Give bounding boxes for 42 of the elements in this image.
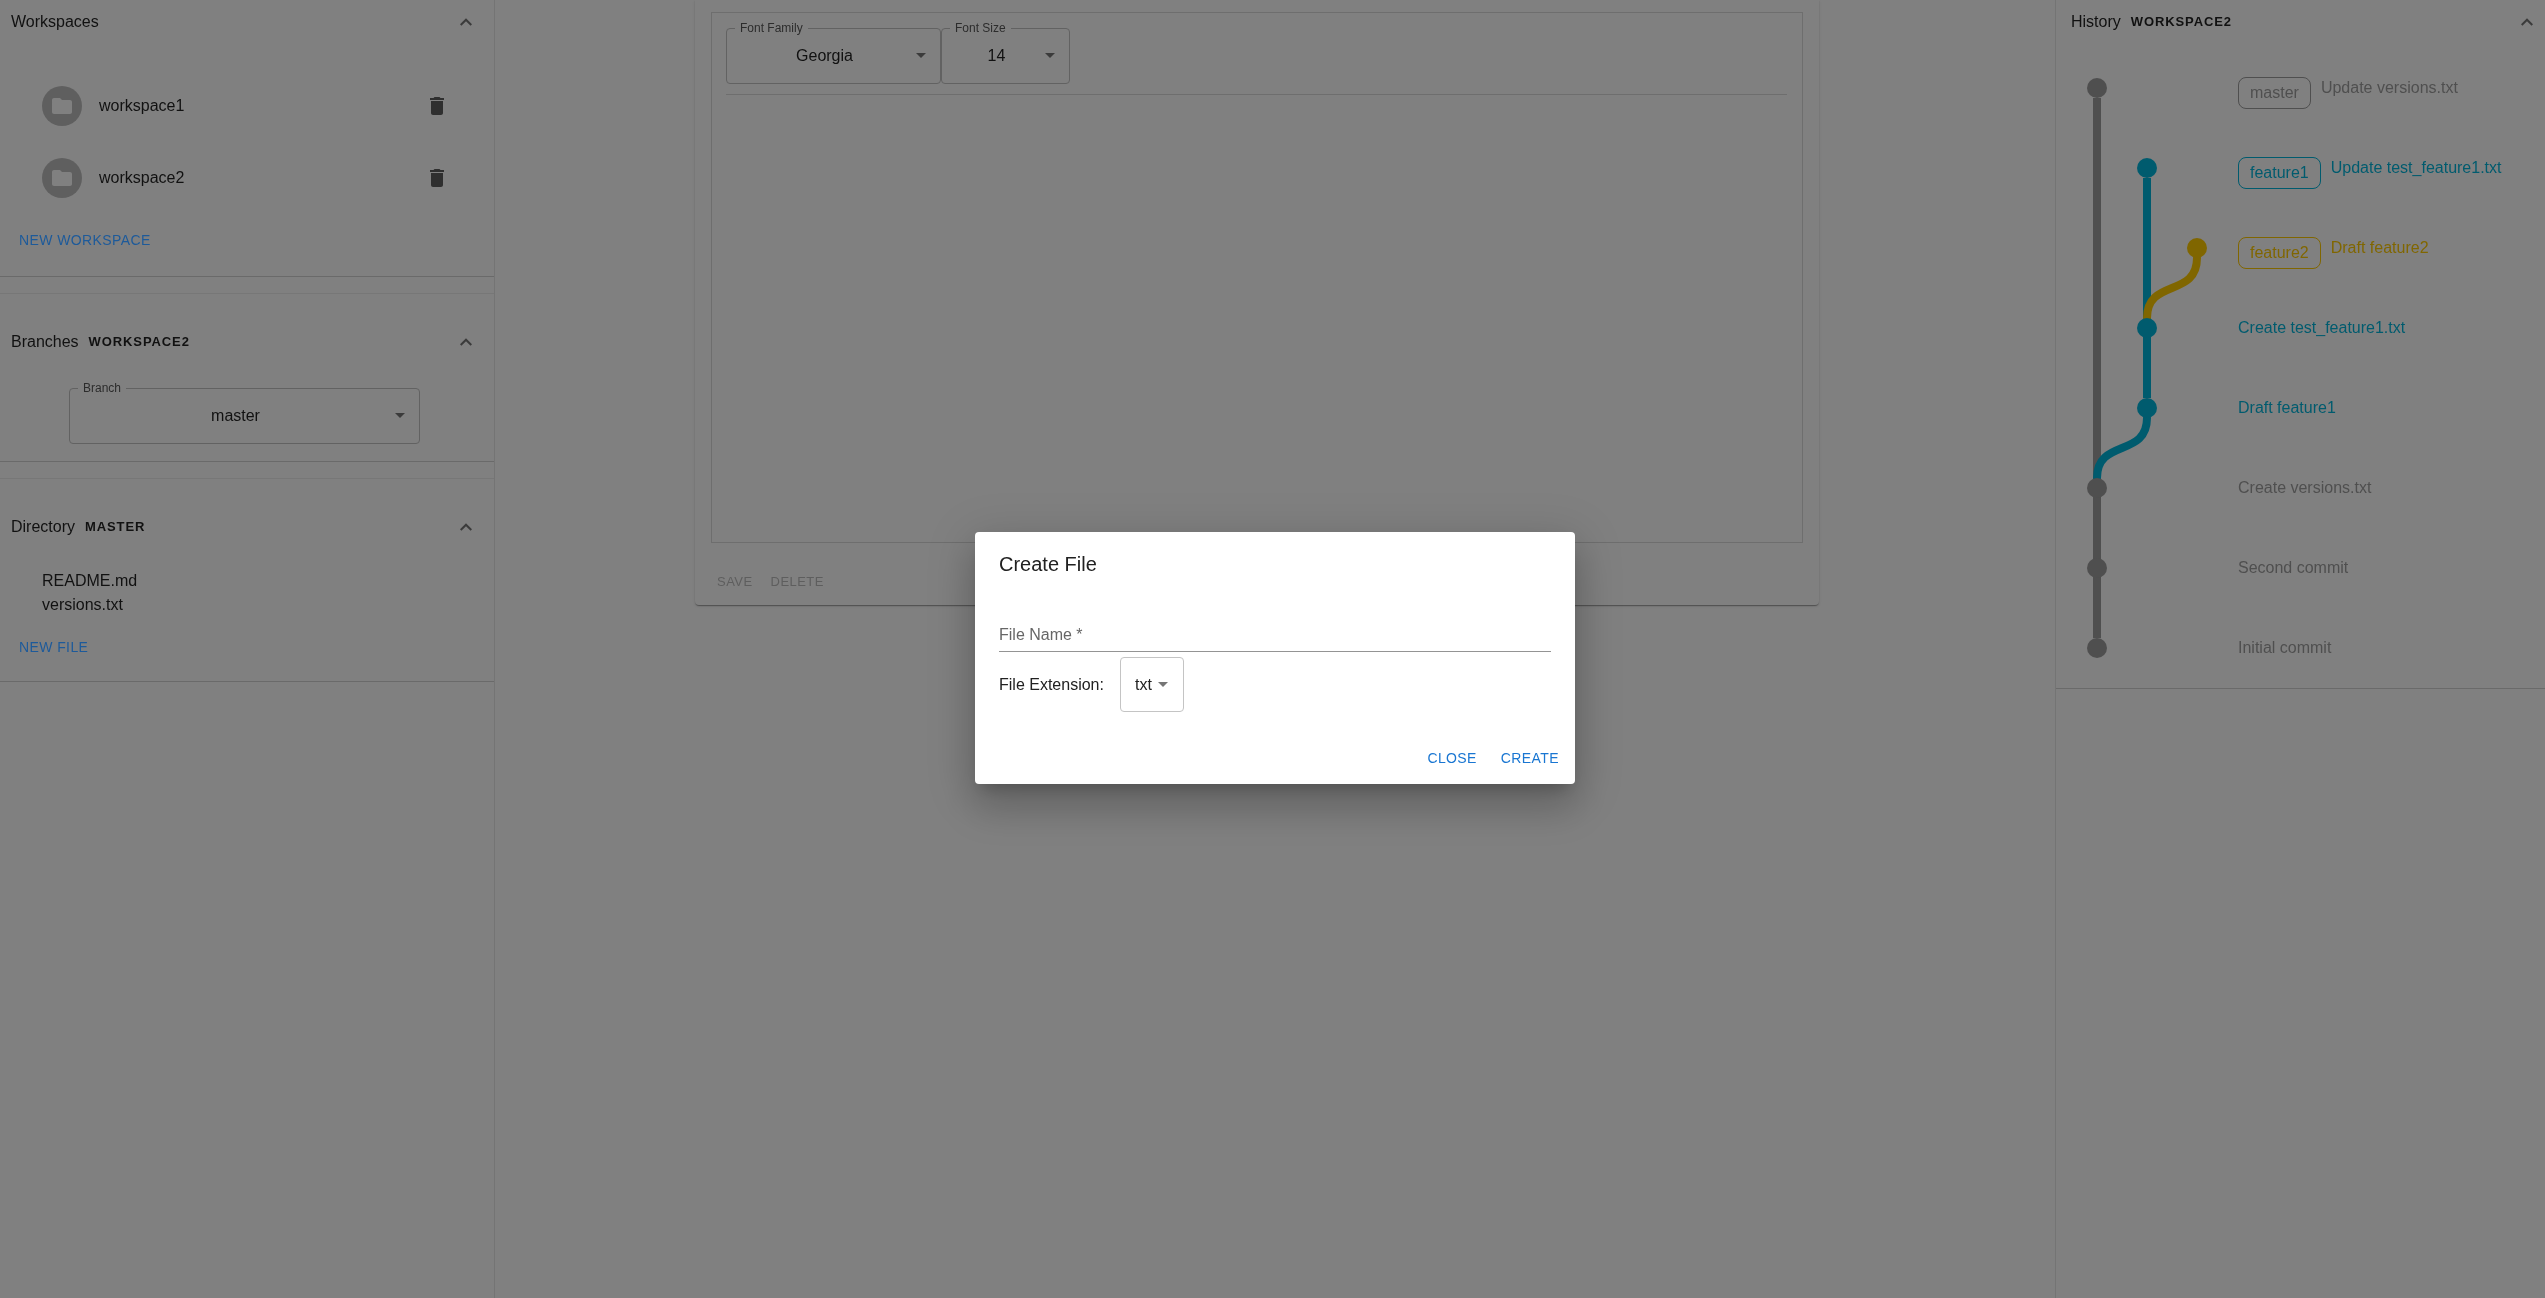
commit-message: Update test_feature1.txt [2330,158,2502,178]
close-button[interactable]: CLOSE [1419,740,1485,776]
panel-subtitle: WORKSPACE2 [88,334,190,350]
folder-icon [42,158,82,198]
chevron-up-icon[interactable] [2521,18,2533,26]
workspace-name[interactable]: workspace1 [99,94,185,118]
panel-title: Directory [11,517,75,537]
font-size-select[interactable]: Font Size 14 [941,21,1070,84]
branch-tag: feature2 [2238,237,2321,269]
workspace-name[interactable]: workspace2 [99,166,185,190]
dialog-title: Create File [998,552,1098,577]
chevron-up-icon[interactable] [460,523,472,531]
commit-message: Draft feature1 [2238,398,2336,418]
trash-icon [430,169,444,187]
caret-icon [1157,682,1168,687]
file-item[interactable]: README.md [42,569,138,593]
commit-message: Draft feature2 [2330,238,2429,258]
panel-subtitle: MASTER [85,519,146,535]
caret-icon [395,413,405,418]
panel-title: History [2071,12,2121,32]
commit-message: Create test_feature1.txt [2238,318,2406,338]
trash-icon [430,97,444,115]
panel-title: Branches [11,332,79,352]
delete-button[interactable] [430,97,444,115]
create-button[interactable]: CREATE [1492,740,1567,776]
branch-tag: feature1 [2238,157,2321,189]
panel-subtitle: WORKSPACE2 [2130,14,2232,30]
panel-title: Workspaces [11,12,99,32]
caret-icon [916,53,926,58]
branch-curve [2143,254,2201,322]
branch-select[interactable]: Branch master [69,381,420,444]
font-family-select[interactable]: Font Family Georgia [726,21,941,84]
chevron-up-icon[interactable] [460,18,472,26]
file-extension-label: File Extension: [999,674,1104,695]
file-item[interactable]: versions.txt [42,593,123,617]
caret-icon [1045,53,1055,58]
branch-curve [2093,414,2151,482]
delete-button[interactable] [430,169,444,187]
file-extension-select[interactable]: txt [1119,657,1184,712]
chevron-up-icon[interactable] [460,338,472,346]
folder-icon [42,86,82,126]
file-name-field[interactable]: File Name * [999,620,1551,652]
